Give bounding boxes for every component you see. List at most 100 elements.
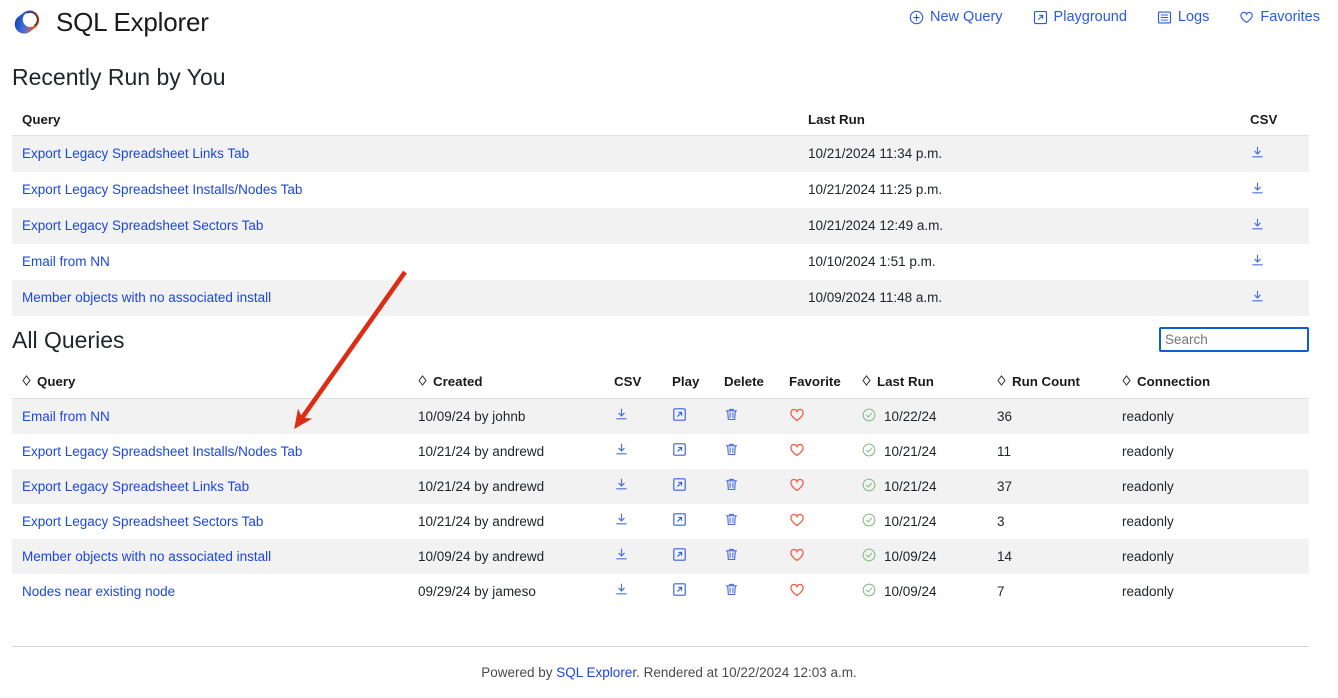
table-row: Email from NN 10/09/24 by johnb 10/22/24 36… xyxy=(12,398,1309,434)
top-navbar: SQL Explorer New Query Playground Logs F… xyxy=(0,0,1338,44)
heart-outline-icon xyxy=(1239,10,1254,25)
column-label: Last Run xyxy=(877,374,934,389)
csv-download-button[interactable] xyxy=(608,399,666,434)
last-run-cell: 10/09/24 xyxy=(856,574,991,609)
delete-query-button[interactable] xyxy=(718,539,783,574)
table-header-row: Query Last Run CSV xyxy=(12,104,1309,136)
column-header-last-run[interactable]: Last Run xyxy=(856,366,991,399)
delete-query-button[interactable] xyxy=(718,504,783,539)
nav-item-favorites[interactable]: Favorites xyxy=(1239,9,1320,25)
delete-query-button[interactable] xyxy=(718,574,783,609)
download-icon xyxy=(614,408,629,425)
csv-download-button[interactable] xyxy=(608,434,666,469)
favorite-toggle-button[interactable] xyxy=(783,504,856,539)
recently-run-table: Query Last Run CSV Export Legacy Spreads… xyxy=(12,104,1309,316)
play-query-button[interactable] xyxy=(666,504,718,539)
search-input[interactable] xyxy=(1159,327,1309,352)
query-link[interactable]: Export Legacy Spreadsheet Sectors Tab xyxy=(22,218,263,233)
query-link[interactable]: Nodes near existing node xyxy=(22,584,175,599)
csv-download-button[interactable] xyxy=(1242,208,1309,244)
query-link[interactable]: Export Legacy Spreadsheet Links Tab xyxy=(22,479,249,494)
run-count-value: 37 xyxy=(997,478,1013,494)
table-row: Nodes near existing node 09/29/24 by jame… xyxy=(12,573,1309,609)
query-link[interactable]: Member objects with no associated instal… xyxy=(22,549,271,564)
connection-value: readonly xyxy=(1122,583,1174,599)
csv-download-button[interactable] xyxy=(1242,172,1309,208)
nav-item-new-query[interactable]: New Query xyxy=(909,9,1003,25)
query-link[interactable]: Email from NN xyxy=(22,409,110,424)
last-run-value: 10/09/2024 11:48 a.m. xyxy=(808,290,943,305)
nav-links: New Query Playground Logs Favorites xyxy=(909,9,1320,25)
csv-download-button[interactable] xyxy=(608,539,666,574)
open-in-new-box-icon xyxy=(672,583,687,600)
play-query-button[interactable] xyxy=(666,399,718,434)
table-row: Export Legacy Spreadsheet Installs/Nodes… xyxy=(12,171,1309,208)
nav-item-label: Logs xyxy=(1177,9,1210,25)
csv-download-button[interactable] xyxy=(608,574,666,609)
brand[interactable]: SQL Explorer xyxy=(10,5,209,39)
created-value: 10/21/24 by andrewd xyxy=(418,478,545,494)
delete-query-button[interactable] xyxy=(718,434,783,469)
heart-outline-icon xyxy=(789,583,805,601)
column-header-run-count[interactable]: Run Count xyxy=(991,366,1116,399)
favorite-toggle-button[interactable] xyxy=(783,434,856,469)
query-link[interactable]: Export Legacy Spreadsheet Installs/Nodes… xyxy=(22,444,302,459)
csv-download-button[interactable] xyxy=(1242,280,1309,316)
column-header-last-run: Last Run xyxy=(802,104,1242,136)
favorite-toggle-button[interactable] xyxy=(783,399,856,434)
footer-link[interactable]: SQL Explorer xyxy=(556,665,636,680)
trash-icon xyxy=(724,513,739,530)
list-document-icon xyxy=(1157,10,1172,25)
favorite-toggle-button[interactable] xyxy=(783,469,856,504)
last-run-value: 10/09/24 xyxy=(884,548,937,564)
play-query-button[interactable] xyxy=(666,469,718,504)
connection-value: readonly xyxy=(1122,408,1174,424)
column-label: Query xyxy=(37,374,76,389)
last-run-value: 10/21/24 xyxy=(884,513,937,529)
created-value: 10/09/24 by andrewd xyxy=(418,548,545,564)
query-link[interactable]: Export Legacy Spreadsheet Sectors Tab xyxy=(22,514,263,529)
run-count-value: 3 xyxy=(997,513,1005,529)
query-link[interactable]: Export Legacy Spreadsheet Links Tab xyxy=(22,146,249,161)
favorite-toggle-button[interactable] xyxy=(783,539,856,574)
play-query-button[interactable] xyxy=(666,434,718,469)
play-query-button[interactable] xyxy=(666,539,718,574)
recently-run-table-wrap: Query Last Run CSV Export Legacy Spreads… xyxy=(12,104,1309,316)
query-link[interactable]: Export Legacy Spreadsheet Installs/Nodes… xyxy=(22,182,302,197)
page-root: SQL Explorer New Query Playground Logs F… xyxy=(0,0,1338,698)
csv-download-button[interactable] xyxy=(608,504,666,539)
play-query-button[interactable] xyxy=(666,574,718,609)
table-row: Export Legacy Spreadsheet Links Tab 10/2… xyxy=(12,135,1309,172)
heart-outline-icon xyxy=(789,513,805,531)
download-icon xyxy=(614,548,629,565)
created-value: 10/21/24 by andrewd xyxy=(418,513,545,529)
check-circle-icon xyxy=(862,548,876,565)
column-header-csv: CSV xyxy=(608,366,666,399)
column-header-query[interactable]: Query xyxy=(12,366,412,399)
trash-icon xyxy=(724,583,739,600)
connection-value: readonly xyxy=(1122,443,1174,459)
run-count-value: 14 xyxy=(997,548,1013,564)
last-run-cell: 10/21/24 xyxy=(856,504,991,539)
nav-item-playground[interactable]: Playground xyxy=(1033,9,1127,25)
favorite-toggle-button[interactable] xyxy=(783,574,856,609)
csv-download-button[interactable] xyxy=(608,469,666,504)
table-row: Export Legacy Spreadsheet Sectors Tab 10… xyxy=(12,207,1309,244)
delete-query-button[interactable] xyxy=(718,399,783,434)
column-header-csv: CSV xyxy=(1242,104,1309,136)
table-row: Member objects with no associated instal… xyxy=(12,538,1309,574)
delete-query-button[interactable] xyxy=(718,469,783,504)
csv-download-button[interactable] xyxy=(1242,244,1309,280)
query-link[interactable]: Member objects with no associated instal… xyxy=(22,290,271,305)
csv-download-button[interactable] xyxy=(1242,136,1309,172)
nav-item-logs[interactable]: Logs xyxy=(1157,9,1209,25)
column-header-connection[interactable]: Connection xyxy=(1116,366,1309,399)
footer-suffix: . Rendered at 10/22/2024 12:03 a.m. xyxy=(636,665,857,680)
gradient-ring-logo-icon xyxy=(10,5,44,39)
heart-outline-icon xyxy=(789,548,805,566)
footer-divider xyxy=(12,646,1309,647)
column-label: Created xyxy=(433,374,483,389)
query-link[interactable]: Email from NN xyxy=(22,254,110,269)
column-header-created[interactable]: Created xyxy=(412,366,608,399)
created-value: 10/09/24 by johnb xyxy=(418,408,526,424)
